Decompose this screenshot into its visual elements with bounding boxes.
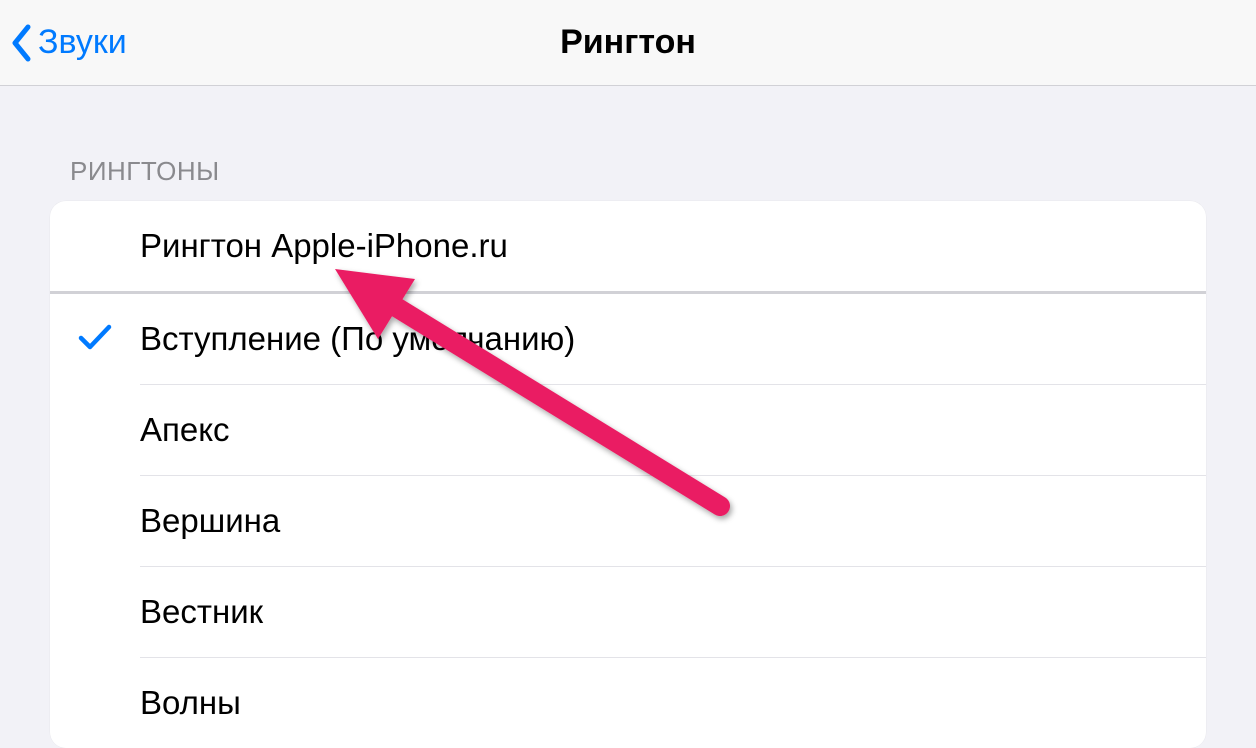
ringtone-label: Вступление (По умолчанию)	[140, 320, 575, 358]
chevron-left-icon	[10, 24, 32, 62]
checkmark-icon	[78, 323, 112, 356]
ringtone-item[interactable]: Апекс	[50, 385, 1206, 475]
page-title: Рингтон	[560, 23, 696, 62]
ringtone-label: Вестник	[140, 593, 263, 631]
ringtone-item-default[interactable]: Вступление (По умолчанию)	[50, 294, 1206, 384]
navigation-bar: Звуки Рингтон	[0, 0, 1256, 86]
content-area: РИНГТОНЫ Рингтон Apple-iPhone.ru Вступле…	[0, 86, 1256, 748]
ringtone-label: Рингтон Apple-iPhone.ru	[140, 227, 508, 265]
ringtone-label: Апекс	[140, 411, 230, 449]
ringtone-item[interactable]: Волны	[50, 658, 1206, 748]
back-label: Звуки	[38, 23, 127, 62]
ringtone-label: Волны	[140, 684, 241, 722]
ringtone-item-custom[interactable]: Рингтон Apple-iPhone.ru	[50, 201, 1206, 291]
ringtone-item[interactable]: Вершина	[50, 476, 1206, 566]
ringtone-label: Вершина	[140, 502, 280, 540]
check-column	[50, 323, 140, 356]
back-button[interactable]: Звуки	[0, 23, 127, 62]
ringtone-list: Рингтон Apple-iPhone.ru Вступление (По у…	[50, 201, 1206, 748]
section-header: РИНГТОНЫ	[50, 86, 1206, 201]
ringtone-item[interactable]: Вестник	[50, 567, 1206, 657]
